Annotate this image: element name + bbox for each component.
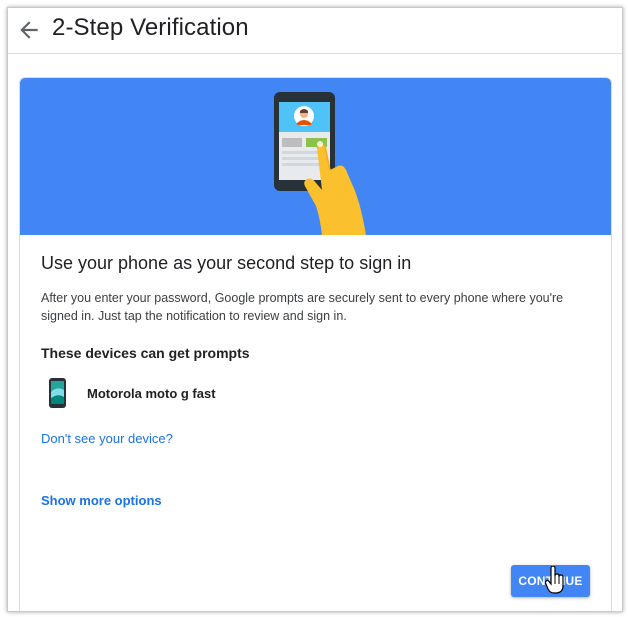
smartphone-icon: [49, 378, 66, 408]
card-description: After you enter your password, Google pr…: [41, 291, 564, 323]
dialog-window: 2-Step Verification Use your phone as yo…: [7, 7, 623, 612]
phone-prompt-illustration: [20, 78, 611, 235]
page-title: 2-Step Verification: [52, 14, 249, 41]
show-more-options-link[interactable]: Show more options: [41, 493, 162, 508]
back-button[interactable]: [16, 17, 42, 43]
verification-card: Use your phone as your second step to si…: [19, 77, 612, 611]
continue-button[interactable]: CONTINUE: [511, 565, 590, 597]
devices-heading: These devices can get prompts: [41, 345, 250, 361]
arrow-back-icon: [20, 21, 38, 39]
card-heading: Use your phone as your second step to si…: [41, 253, 412, 273]
device-help-link[interactable]: Don't see your device?: [41, 431, 173, 446]
page-header: 2-Step Verification: [8, 8, 622, 54]
device-name: Motorola moto g fast: [87, 386, 216, 401]
device-item: Motorola moto g fast: [41, 376, 341, 412]
